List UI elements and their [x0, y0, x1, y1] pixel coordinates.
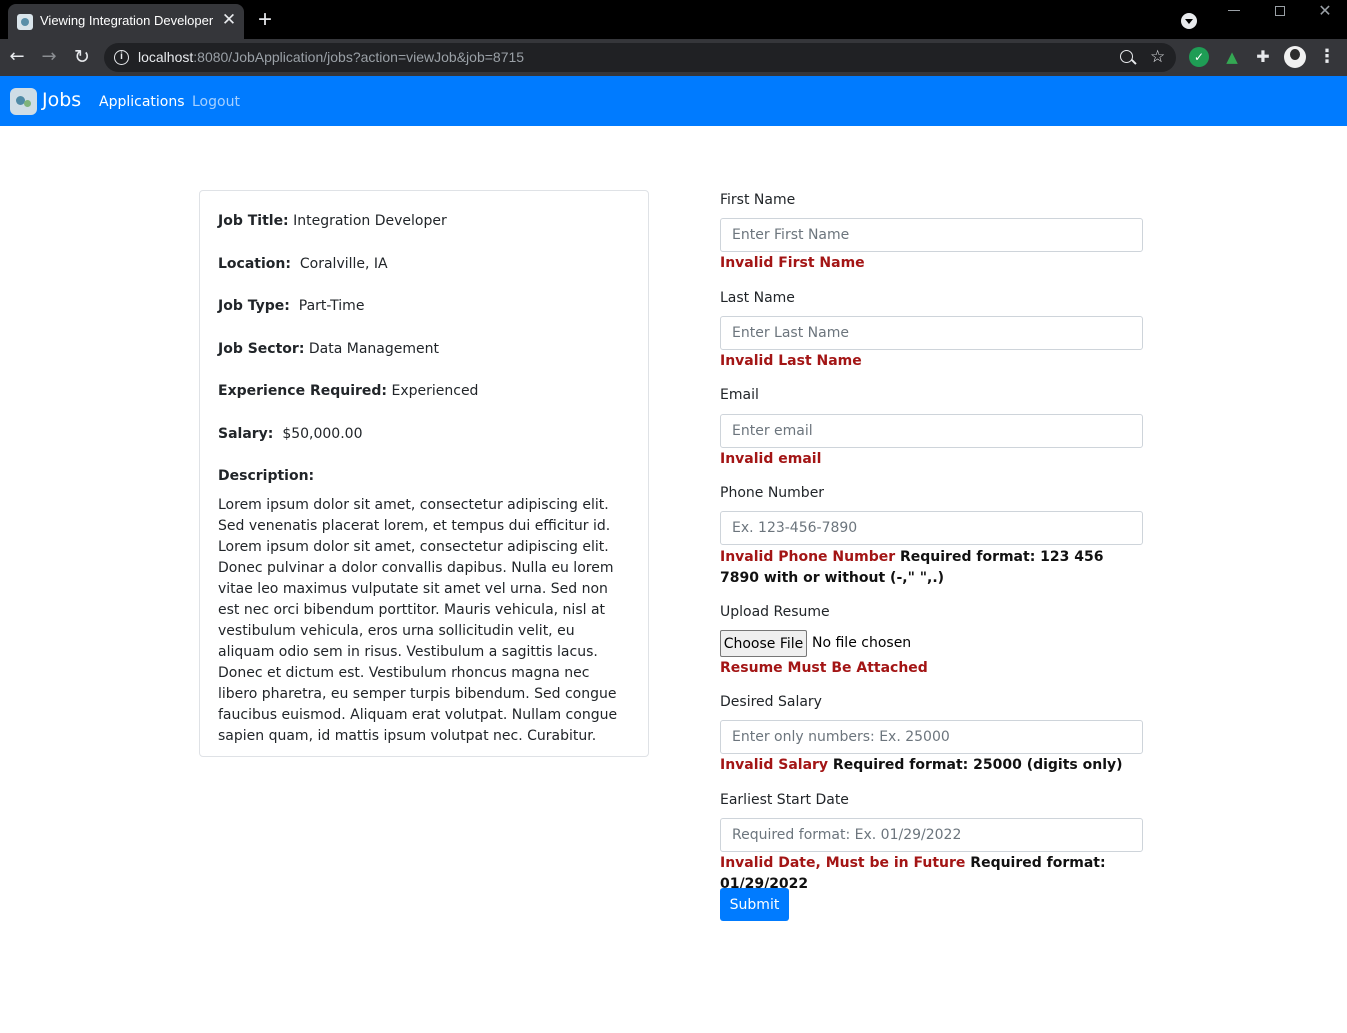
- site-info-icon[interactable]: i: [114, 50, 129, 65]
- resume-error: Resume Must Be Attached: [720, 660, 928, 676]
- url-host: localhost: [138, 49, 194, 65]
- app-navbar: Jobs Applications Logout: [0, 76, 1347, 126]
- profile-avatar[interactable]: [1284, 46, 1306, 68]
- start-date-input[interactable]: [720, 818, 1143, 852]
- experience-label: Experience Required:: [218, 383, 388, 399]
- browser-toolbar: ← → ↻ i localhost:8080/JobApplication/jo…: [0, 39, 1347, 76]
- brand-logo-icon[interactable]: [10, 88, 37, 115]
- extension-check-icon[interactable]: ✓: [1189, 47, 1209, 67]
- submit-button[interactable]: Submit: [720, 888, 789, 921]
- brand-link[interactable]: Jobs: [42, 89, 81, 111]
- zoom-icon[interactable]: [1120, 50, 1133, 63]
- job-type-label: Job Type:: [218, 298, 290, 314]
- bookmark-star-icon[interactable]: ☆: [1150, 46, 1165, 68]
- phone-label: Phone Number: [720, 485, 825, 501]
- extension-leaf-icon[interactable]: ▲: [1222, 47, 1242, 67]
- experience-value: Experienced: [391, 383, 479, 399]
- maximize-icon[interactable]: [1275, 6, 1285, 16]
- salary-error: Invalid Salary Required format: 25000 (d…: [720, 755, 1145, 776]
- email-input[interactable]: [720, 414, 1143, 448]
- resume-label: Upload Resume: [720, 604, 830, 620]
- salary-value: $50,000.00: [282, 425, 363, 442]
- extensions-puzzle-icon[interactable]: ✚: [1253, 47, 1273, 67]
- job-type-row: Job Type: Part-Time: [218, 296, 630, 339]
- job-title-row: Job Title: Integration Developer: [218, 211, 630, 254]
- favicon-icon: [17, 14, 33, 30]
- start-date-label: Earliest Start Date: [720, 792, 849, 808]
- job-sector-label: Job Sector:: [218, 340, 305, 357]
- reload-icon[interactable]: ↻: [71, 46, 93, 68]
- job-title-value: Integration Developer: [293, 213, 447, 229]
- first-name-input[interactable]: [720, 218, 1143, 252]
- description-label: Description:: [218, 468, 315, 484]
- salary-error-text: Invalid Salary: [720, 757, 829, 773]
- back-arrow-icon[interactable]: ←: [6, 46, 28, 68]
- job-sector-value: Data Management: [308, 340, 439, 357]
- first-name-label: First Name: [720, 192, 796, 208]
- url-path: :8080/JobApplication/jobs?action=viewJob…: [193, 49, 525, 65]
- close-tab-icon[interactable]: ✕: [220, 11, 238, 29]
- email-error: Invalid email: [720, 451, 822, 467]
- job-title-label: Job Title:: [218, 213, 289, 229]
- salary-row: Salary: $50,000.00: [218, 424, 630, 467]
- nav-logout-link[interactable]: Logout: [192, 94, 240, 110]
- tab-title: Viewing Integration Developer: [40, 13, 214, 28]
- close-window-icon[interactable]: ✕: [1316, 2, 1334, 20]
- location-row: Location: Coralville, IA: [218, 254, 630, 297]
- last-name-input[interactable]: [720, 316, 1143, 350]
- last-name-error: Invalid Last Name: [720, 353, 862, 369]
- email-label: Email: [720, 387, 759, 403]
- description-text: Lorem ipsum dolor sit amet, consectetur …: [218, 497, 618, 744]
- url-text[interactable]: localhost:8080/JobApplication/jobs?actio…: [138, 49, 524, 65]
- experience-row: Experience Required: Experienced: [218, 381, 630, 424]
- salary-field-label: Desired Salary: [720, 694, 822, 710]
- salary-input[interactable]: [720, 720, 1143, 754]
- nav-applications-link[interactable]: Applications: [99, 94, 185, 110]
- job-sector-row: Job Sector: Data Management: [218, 339, 630, 382]
- choose-file-button[interactable]: Choose File: [720, 630, 807, 657]
- browser-tab-bar: Viewing Integration Developer ✕ + ✕: [0, 0, 1347, 39]
- salary-label: Salary:: [218, 425, 274, 442]
- address-bar[interactable]: i localhost:8080/JobApplication/jobs?act…: [104, 43, 1176, 72]
- tab-search-icon[interactable]: [1181, 13, 1197, 29]
- phone-error-text: Invalid Phone Number: [720, 549, 896, 565]
- phone-error: Invalid Phone Number Required format: 12…: [720, 547, 1145, 589]
- location-value: Coralville, IA: [299, 255, 388, 272]
- job-details-card: Job Title: Integration Developer Locatio…: [199, 190, 649, 757]
- location-label: Location:: [218, 255, 291, 272]
- start-date-error-text: Invalid Date, Must be in Future: [720, 855, 966, 871]
- first-name-error: Invalid First Name: [720, 255, 865, 271]
- new-tab-icon[interactable]: +: [254, 8, 276, 32]
- forward-arrow-icon[interactable]: →: [38, 46, 60, 68]
- salary-format-hint: Required format: 25000 (digits only): [828, 757, 1123, 773]
- phone-input[interactable]: [720, 511, 1143, 545]
- job-type-value: Part-Time: [298, 298, 365, 314]
- file-status-text: No file chosen: [812, 635, 912, 651]
- browser-menu-icon[interactable]: ⋮: [1318, 46, 1336, 68]
- minimize-icon[interactable]: [1228, 10, 1240, 11]
- browser-tab[interactable]: Viewing Integration Developer ✕: [8, 4, 244, 39]
- last-name-label: Last Name: [720, 290, 795, 306]
